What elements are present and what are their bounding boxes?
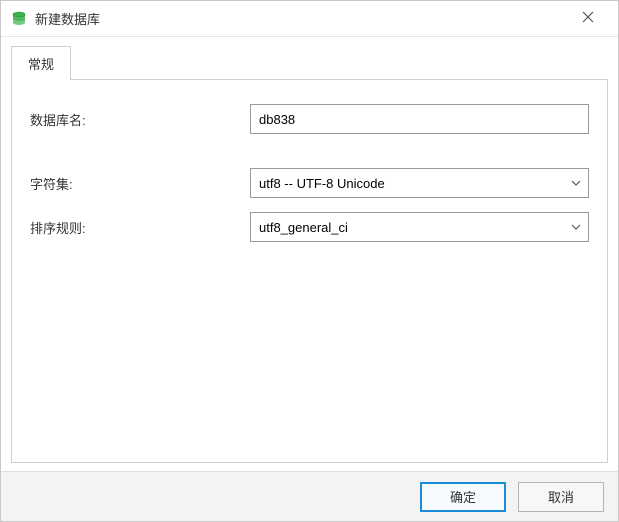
- window-title: 新建数据库: [35, 9, 568, 28]
- db-name-label: 数据库名:: [30, 110, 250, 129]
- tabs-area: 常规: [1, 37, 618, 79]
- row-collation: 排序规则:: [30, 212, 589, 242]
- button-bar: 确定 取消: [1, 471, 618, 521]
- ok-button[interactable]: 确定: [420, 482, 506, 512]
- titlebar: 新建数据库: [1, 1, 618, 37]
- close-button[interactable]: [568, 1, 608, 37]
- new-database-dialog: 新建数据库 常规 数据库名: 字符集:: [0, 0, 619, 522]
- charset-select[interactable]: [250, 168, 589, 198]
- database-icon: [11, 11, 27, 27]
- tab-general[interactable]: 常规: [11, 46, 71, 80]
- close-icon: [582, 10, 594, 28]
- db-name-input[interactable]: [250, 104, 589, 134]
- cancel-button[interactable]: 取消: [518, 482, 604, 512]
- collation-select[interactable]: [250, 212, 589, 242]
- collation-label: 排序规则:: [30, 218, 250, 237]
- charset-label: 字符集:: [30, 174, 250, 193]
- row-db-name: 数据库名:: [30, 104, 589, 134]
- dialog-content: 数据库名: 字符集: 排序规则:: [11, 79, 608, 463]
- row-charset: 字符集:: [30, 168, 589, 198]
